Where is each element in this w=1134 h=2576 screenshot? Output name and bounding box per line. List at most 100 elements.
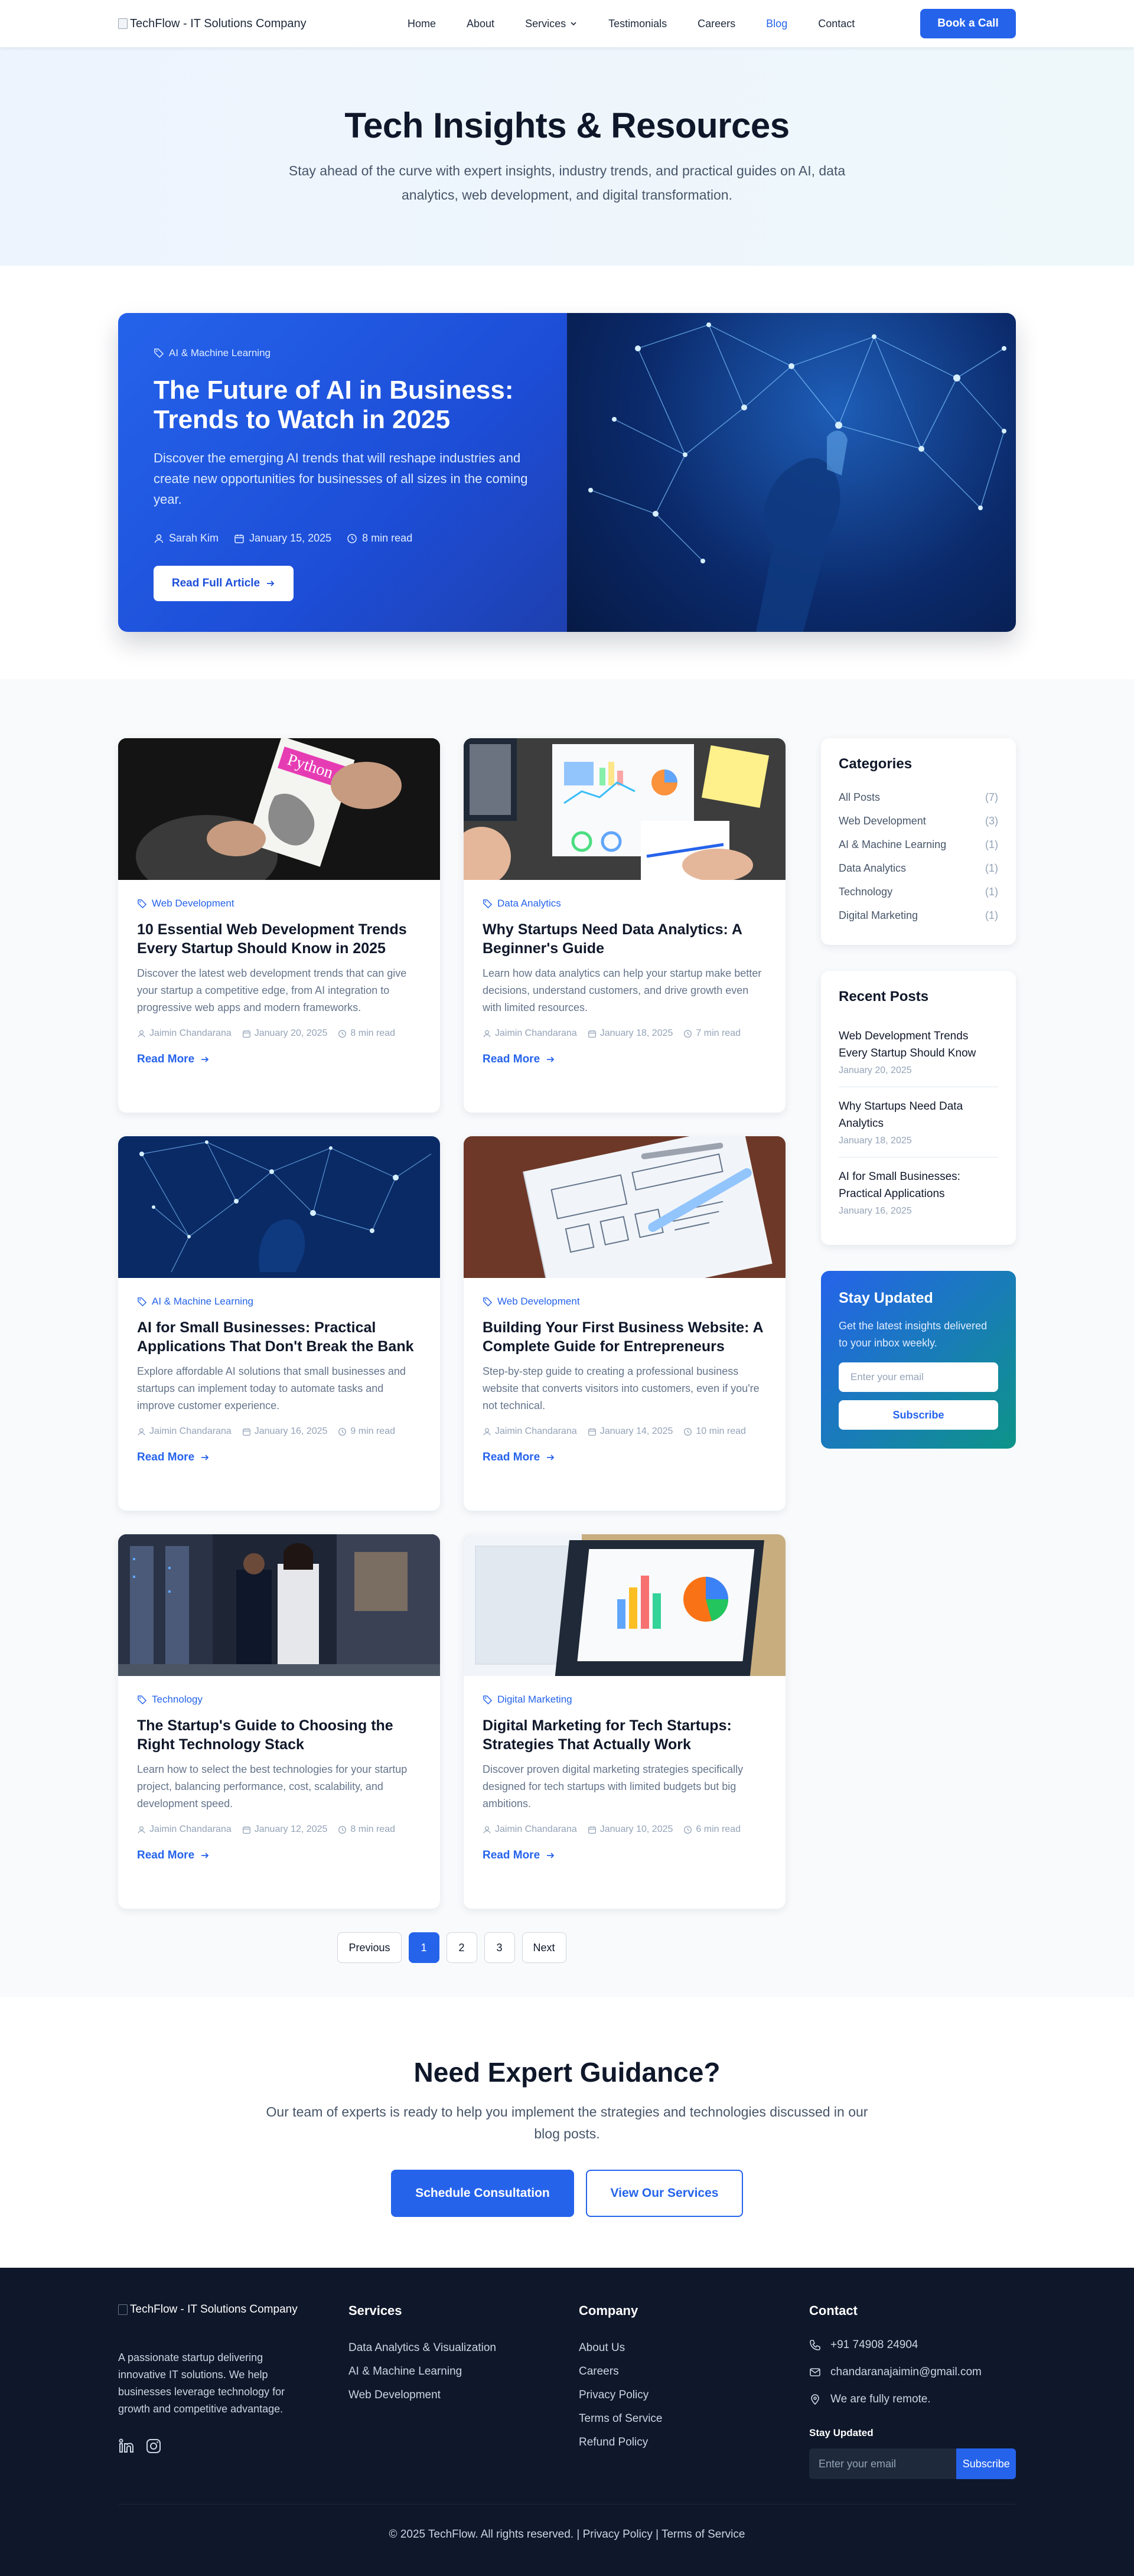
book-call-button[interactable]: Book a Call — [920, 9, 1016, 38]
read-more-link[interactable]: Read More — [483, 1451, 767, 1464]
featured-article-card: AI & Machine Learning The Future of AI i… — [118, 313, 1016, 632]
clock-icon — [347, 533, 357, 543]
post-card[interactable]: Data Analytics Why Startups Need Data An… — [464, 738, 786, 1113]
ai-network-illustration — [118, 1136, 440, 1278]
read-full-article-button[interactable]: Read Full Article — [154, 566, 294, 601]
read-more-link[interactable]: Read More — [137, 1849, 421, 1862]
categories-title: Categories — [839, 756, 913, 772]
pagination-page-1[interactable]: 1 — [408, 1932, 439, 1963]
tag-icon — [154, 348, 164, 358]
category-item[interactable]: Web Development (3) — [839, 809, 998, 833]
logo[interactable]: TechFlow - IT Solutions Company — [118, 17, 307, 31]
recent-post-item[interactable]: Why Startups Need Data Analytics January … — [839, 1087, 998, 1157]
pagination-page-3[interactable]: 3 — [484, 1932, 515, 1963]
nav-about[interactable]: About — [467, 18, 494, 30]
category-item[interactable]: AI & Machine Learning (1) — [839, 833, 998, 856]
post-title[interactable]: AI for Small Businesses: Practical Appli… — [137, 1318, 421, 1356]
recent-post-date: January 18, 2025 — [839, 1136, 912, 1146]
nav-services[interactable]: Services — [525, 18, 578, 30]
linkedin-icon[interactable] — [118, 2438, 135, 2454]
post-read-time: 7 min read — [696, 1028, 741, 1038]
schedule-consultation-button[interactable]: Schedule Consultation — [391, 2170, 574, 2217]
category-item[interactable]: Technology (1) — [839, 880, 998, 904]
read-more-link[interactable]: Read More — [483, 1849, 767, 1862]
featured-read-time-text: 8 min read — [362, 532, 413, 544]
post-title[interactable]: The Startup's Guide to Choosing the Righ… — [137, 1716, 421, 1754]
pagination-previous[interactable]: Previous — [337, 1932, 402, 1963]
footer-link[interactable]: Careers — [579, 2360, 809, 2383]
post-title[interactable]: 10 Essential Web Development Trends Ever… — [137, 920, 421, 958]
calendar-icon — [234, 534, 244, 543]
newsletter-subscribe-button[interactable]: Subscribe — [839, 1400, 998, 1430]
footer-contact-column: Contact +91 74908 24904 chandaranajaimin… — [809, 2303, 1016, 2498]
instagram-icon[interactable] — [145, 2438, 162, 2454]
category-item[interactable]: Data Analytics (1) — [839, 856, 998, 880]
post-title[interactable]: Digital Marketing for Tech Startups: Str… — [483, 1716, 767, 1754]
nav-testimonials[interactable]: Testimonials — [608, 18, 667, 30]
posts-section: Python Web Development 10 Essential Web … — [0, 679, 1134, 1997]
clock-icon — [338, 1029, 347, 1038]
post-card[interactable]: Python Web Development 10 Essential Web … — [118, 738, 440, 1113]
post-card[interactable]: Digital Marketing Digital Marketing for … — [464, 1534, 786, 1909]
featured-category: AI & Machine Learning — [154, 347, 532, 359]
footer-link[interactable]: Web Development — [348, 2383, 579, 2407]
calendar-icon — [588, 1428, 596, 1436]
read-more-link[interactable]: Read More — [483, 1053, 767, 1066]
view-services-button[interactable]: View Our Services — [586, 2170, 743, 2217]
footer-link[interactable]: About Us — [579, 2336, 809, 2360]
category-item[interactable]: Digital Marketing (1) — [839, 904, 998, 927]
post-image — [464, 738, 786, 880]
tag-icon — [138, 899, 147, 908]
featured-category-label: AI & Machine Learning — [169, 347, 271, 358]
post-meta: Jaimin Chandarana January 10, 2025 6 min… — [483, 1824, 767, 1835]
post-title[interactable]: Building Your First Business Website: A … — [483, 1318, 767, 1356]
post-meta: Jaimin Chandarana January 14, 2025 10 mi… — [483, 1426, 767, 1437]
read-more-link[interactable]: Read More — [137, 1053, 421, 1066]
post-card[interactable]: Web Development Building Your First Busi… — [464, 1136, 786, 1511]
nav-home[interactable]: Home — [408, 18, 436, 30]
footer-link[interactable]: AI & Machine Learning — [348, 2360, 579, 2383]
post-image — [464, 1534, 786, 1676]
footer-subscribe-button[interactable]: Subscribe — [956, 2448, 1016, 2479]
footer-link[interactable]: Data Analytics & Visualization — [348, 2336, 579, 2360]
nav-services-label: Services — [525, 17, 566, 30]
clock-icon — [684, 1825, 692, 1834]
contact-phone[interactable]: +91 74908 24904 — [809, 2332, 1016, 2359]
read-full-label: Read Full Article — [171, 577, 260, 589]
category-item[interactable]: All Posts (7) — [839, 785, 998, 809]
contact-phone-text: +91 74908 24904 — [830, 2339, 918, 2351]
site-footer: TechFlow - IT Solutions Company A passio… — [0, 2268, 1134, 2576]
recent-post-item[interactable]: Web Development Trends Every Startup Sho… — [839, 1017, 998, 1087]
arrow-right-icon — [201, 1057, 209, 1062]
nav-blog[interactable]: Blog — [766, 18, 787, 30]
post-card[interactable]: Technology The Startup's Guide to Choosi… — [118, 1534, 440, 1909]
read-more-label: Read More — [483, 1451, 540, 1463]
newsletter-title: Stay Updated — [839, 1290, 933, 1306]
read-more-link[interactable]: Read More — [137, 1451, 421, 1464]
nav-careers[interactable]: Careers — [698, 18, 735, 30]
server-room-illustration — [118, 1534, 440, 1676]
post-card[interactable]: AI & Machine Learning AI for Small Busin… — [118, 1136, 440, 1511]
contact-location: We are fully remote. — [809, 2386, 1016, 2413]
footer-email-input[interactable]: Enter your email — [809, 2448, 957, 2479]
footer-about-text: A passionate startup delivering innovati… — [118, 2352, 285, 2415]
wireframe-notebook-illustration — [464, 1136, 786, 1278]
cta-text: Our team of experts is ready to help you… — [266, 2104, 868, 2141]
post-category: AI & Machine Learning — [137, 1296, 421, 1307]
post-title[interactable]: Why Startups Need Data Analytics: A Begi… — [483, 920, 767, 958]
pagination-next[interactable]: Next — [522, 1932, 566, 1963]
pagination-page-2[interactable]: 2 — [446, 1932, 477, 1963]
newsletter-email-input[interactable]: Enter your email — [839, 1362, 998, 1392]
footer-link[interactable]: Terms of Service — [579, 2407, 809, 2431]
footer-contact-title: Contact — [809, 2303, 858, 2318]
nav-contact[interactable]: Contact — [818, 18, 855, 30]
recent-post-item[interactable]: AI for Small Businesses: Practical Appli… — [839, 1157, 998, 1227]
map-pin-icon — [811, 2394, 819, 2405]
footer-logo[interactable]: TechFlow - IT Solutions Company — [118, 2303, 348, 2316]
footer-link[interactable]: Privacy Policy — [579, 2383, 809, 2407]
post-category: Technology — [137, 1694, 421, 1706]
tag-icon — [483, 1695, 493, 1704]
footer-link[interactable]: Refund Policy — [579, 2431, 809, 2454]
contact-email[interactable]: chandaranajaimin@gmail.com — [809, 2359, 1016, 2386]
recent-post-date: January 16, 2025 — [839, 1206, 912, 1216]
